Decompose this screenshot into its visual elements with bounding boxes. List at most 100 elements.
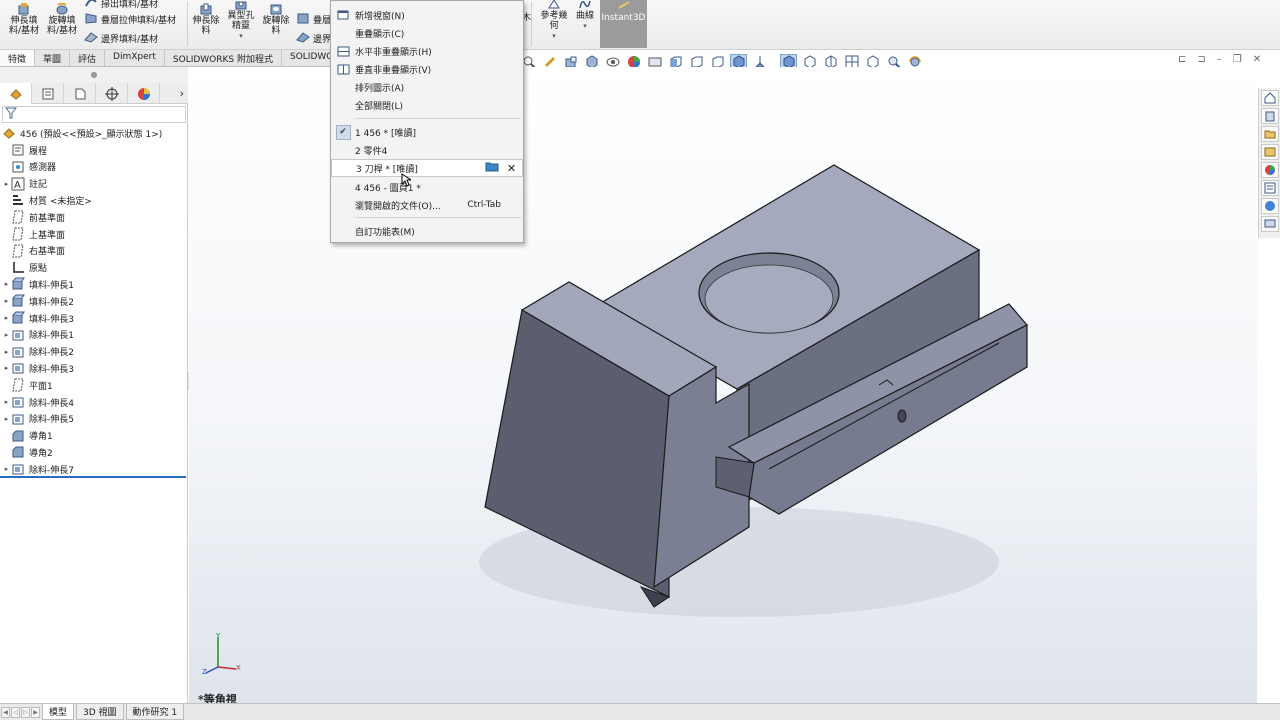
last-tab-arrow-icon[interactable]: ▶ bbox=[31, 706, 40, 718]
message-center-icon[interactable] bbox=[1261, 216, 1279, 232]
tree-item[interactable]: ▸ 填料-伸長1 bbox=[2, 276, 74, 292]
tree-item[interactable]: 材質 <未指定> bbox=[2, 192, 92, 208]
tree-item[interactable]: ▸ 除料-伸長3 bbox=[2, 360, 74, 376]
revolve-boss-button[interactable]: 旋轉填 料/基材 bbox=[44, 2, 80, 36]
tab-dimxpert[interactable]: DimXpert bbox=[105, 50, 165, 66]
configuration-manager-tab-icon[interactable] bbox=[64, 83, 96, 104]
panel-grip-icon[interactable]: ● bbox=[0, 67, 188, 83]
restore-panel-icon[interactable]: ⊏ bbox=[1178, 54, 1186, 65]
instant3d-button[interactable]: Instant3D bbox=[600, 0, 647, 48]
prev-tab-arrow-icon[interactable]: ◁ bbox=[11, 706, 20, 718]
panel-expand-arrow-icon[interactable]: › bbox=[160, 83, 188, 103]
menu-arrange-icons[interactable]: 排列圖示(A) bbox=[331, 78, 523, 96]
close-window-icon[interactable]: ✕ bbox=[1253, 54, 1261, 65]
expand-arrow-icon[interactable]: ▸ bbox=[2, 465, 11, 473]
expand-arrow-icon[interactable]: ▸ bbox=[2, 415, 11, 423]
tree-item-label: 除料-伸長5 bbox=[29, 415, 74, 426]
expand-arrow-icon[interactable]: ▸ bbox=[2, 364, 11, 372]
tab-motion-study[interactable]: 動作研究 1 bbox=[125, 704, 185, 720]
hole-wizard-dropdown-icon[interactable]: ▾ bbox=[239, 31, 243, 41]
file-explorer-icon[interactable] bbox=[1261, 126, 1279, 142]
tree-filter[interactable] bbox=[2, 106, 186, 123]
tree-item[interactable]: 前基準面 bbox=[2, 209, 65, 225]
solidworks-resources-icon[interactable] bbox=[1261, 90, 1279, 106]
tree-item[interactable]: 感測器 bbox=[2, 159, 56, 175]
custom-properties-icon[interactable] bbox=[1261, 180, 1279, 196]
tree-item[interactable]: 履程 bbox=[2, 142, 47, 158]
tab-features[interactable]: 特徵 bbox=[0, 50, 36, 66]
menu-doc-1[interactable]: ✔ 1 456 * [唯讀] bbox=[331, 123, 523, 141]
tree-root-part[interactable]: 456 (預設<<預設>_顯示狀態 1>) bbox=[2, 125, 162, 141]
extrude-cut-button[interactable]: 伸長除 料 bbox=[190, 2, 222, 36]
tab-sketch[interactable]: 草圖 bbox=[35, 50, 71, 66]
boundary-cut-button[interactable]: 邊界 bbox=[296, 31, 331, 46]
expand-arrow-icon[interactable]: ▸ bbox=[2, 297, 11, 305]
minimize-window-icon[interactable]: – bbox=[1217, 54, 1222, 65]
extrude-boss-button[interactable]: 伸長填 料/基材 bbox=[6, 2, 42, 36]
menu-tile-vertical[interactable]: 垂直非重疊顯示(V) bbox=[331, 60, 523, 78]
expand-arrow-icon[interactable]: ▸ bbox=[2, 348, 11, 356]
close-document-icon[interactable]: ✕ bbox=[505, 162, 518, 175]
expand-arrow-icon[interactable]: ▸ bbox=[2, 398, 11, 406]
tree-item[interactable]: ▸ A 註記 bbox=[2, 176, 47, 192]
menu-new-window[interactable]: 新增視窗(N) bbox=[331, 6, 523, 24]
tab-3d-views[interactable]: 3D 視圖 bbox=[76, 704, 124, 720]
appearances-icon[interactable] bbox=[1261, 162, 1279, 178]
solidworks-forum-icon[interactable] bbox=[1261, 198, 1279, 214]
tree-item[interactable]: 導角2 bbox=[2, 444, 53, 460]
dimxpert-manager-tab-icon[interactable] bbox=[96, 83, 128, 104]
tree-item[interactable]: ▸ 除料-伸長4 bbox=[2, 394, 74, 410]
menu-close-all[interactable]: 全部關閉(L) bbox=[331, 96, 523, 114]
expand-arrow-icon[interactable]: ▸ bbox=[2, 314, 11, 322]
feature-manager-tab-icon[interactable] bbox=[0, 83, 32, 104]
tree-item[interactable]: ▸ 填料-伸長3 bbox=[2, 310, 74, 326]
expand-arrow-icon[interactable]: ▸ bbox=[2, 180, 11, 188]
menu-doc-3[interactable]: 3 刀桿 * [唯讀] ✕ bbox=[331, 159, 523, 177]
menu-tile-horizontal[interactable]: 水平非重疊顯示(H) bbox=[331, 42, 523, 60]
first-tab-arrow-icon[interactable]: ◀ bbox=[1, 706, 10, 718]
design-library-icon[interactable] bbox=[1261, 108, 1279, 124]
hole-wizard-button[interactable]: 異型孔 精靈 ▾ bbox=[224, 0, 258, 41]
tab-evaluate[interactable]: 評估 bbox=[70, 50, 106, 66]
curves-dropdown-icon[interactable]: ▾ bbox=[583, 21, 587, 31]
curves-button[interactable]: 曲線 ▾ bbox=[572, 0, 598, 31]
tab-model[interactable]: 模型 bbox=[42, 704, 75, 720]
view-palette-icon[interactable] bbox=[1261, 144, 1279, 160]
loft-cut-button[interactable]: 疊層 bbox=[296, 12, 331, 27]
expand-panel-icon[interactable]: ⊐ bbox=[1197, 54, 1205, 65]
menu-cascade[interactable]: 重疊顯示(C) bbox=[331, 24, 523, 42]
tree-item[interactable]: 導角1 bbox=[2, 428, 53, 444]
tree-item[interactable]: 平面1 bbox=[2, 377, 53, 393]
tree-item[interactable]: ▸ 填料-伸長2 bbox=[2, 293, 74, 309]
rollback-bar[interactable] bbox=[0, 476, 186, 478]
tree-item[interactable]: 右基準面 bbox=[2, 243, 65, 259]
boundary-boss-button[interactable]: 邊界填料/基材 bbox=[84, 31, 158, 46]
tree-item[interactable]: ▸ 除料-伸長5 bbox=[2, 411, 74, 427]
menu-browse-recent[interactable]: 瀏覽開啟的文件(O)... Ctrl-Tab bbox=[331, 196, 523, 214]
restore-window-icon[interactable]: ❐ bbox=[1233, 54, 1242, 65]
menu-doc-2[interactable]: 2 零件4 bbox=[331, 141, 523, 159]
tree-item[interactable]: ▸ 除料-伸長2 bbox=[2, 344, 74, 360]
expand-arrow-icon[interactable]: ▸ bbox=[2, 280, 11, 288]
menu-doc-2-label: 2 零件4 bbox=[355, 146, 388, 157]
tree-item[interactable]: 上基準面 bbox=[2, 226, 65, 242]
open-folder-icon[interactable] bbox=[485, 161, 499, 175]
revolve-cut-button[interactable]: 旋轉除 料 bbox=[260, 2, 292, 36]
sweep-boss-button[interactable]: 掃出填料/基材 bbox=[84, 0, 158, 11]
menu-doc-4[interactable]: 4 456 - 圖頁1 * bbox=[331, 178, 523, 196]
tree-item[interactable]: 原點 bbox=[2, 260, 47, 276]
bottom-tab-bar: ◀ ◁ ▷ ▶ 模型 3D 視圖 動作研究 1 bbox=[0, 703, 1280, 720]
reference-geometry-dropdown-icon[interactable]: ▾ bbox=[552, 31, 556, 41]
expand-arrow-icon[interactable]: ▸ bbox=[2, 331, 11, 339]
menu-customize[interactable]: 自訂功能表(M) bbox=[331, 222, 523, 240]
cut-extrude-icon bbox=[11, 328, 25, 342]
reference-geometry-button[interactable]: 參考幾 何 ▾ bbox=[536, 0, 572, 41]
next-tab-arrow-icon[interactable]: ▷ bbox=[21, 706, 30, 718]
property-manager-tab-icon[interactable] bbox=[32, 83, 64, 104]
display-manager-tab-icon[interactable] bbox=[128, 83, 160, 104]
loft-boss-button[interactable]: 疊層拉伸填料/基材 bbox=[84, 12, 176, 27]
tree-item[interactable]: ▸ 除料-伸長7 bbox=[2, 461, 74, 477]
tab-addins[interactable]: SOLIDWORKS 附加程式 bbox=[165, 50, 282, 66]
cut-extrude-icon bbox=[11, 361, 25, 375]
tree-item[interactable]: ▸ 除料-伸長1 bbox=[2, 327, 74, 343]
